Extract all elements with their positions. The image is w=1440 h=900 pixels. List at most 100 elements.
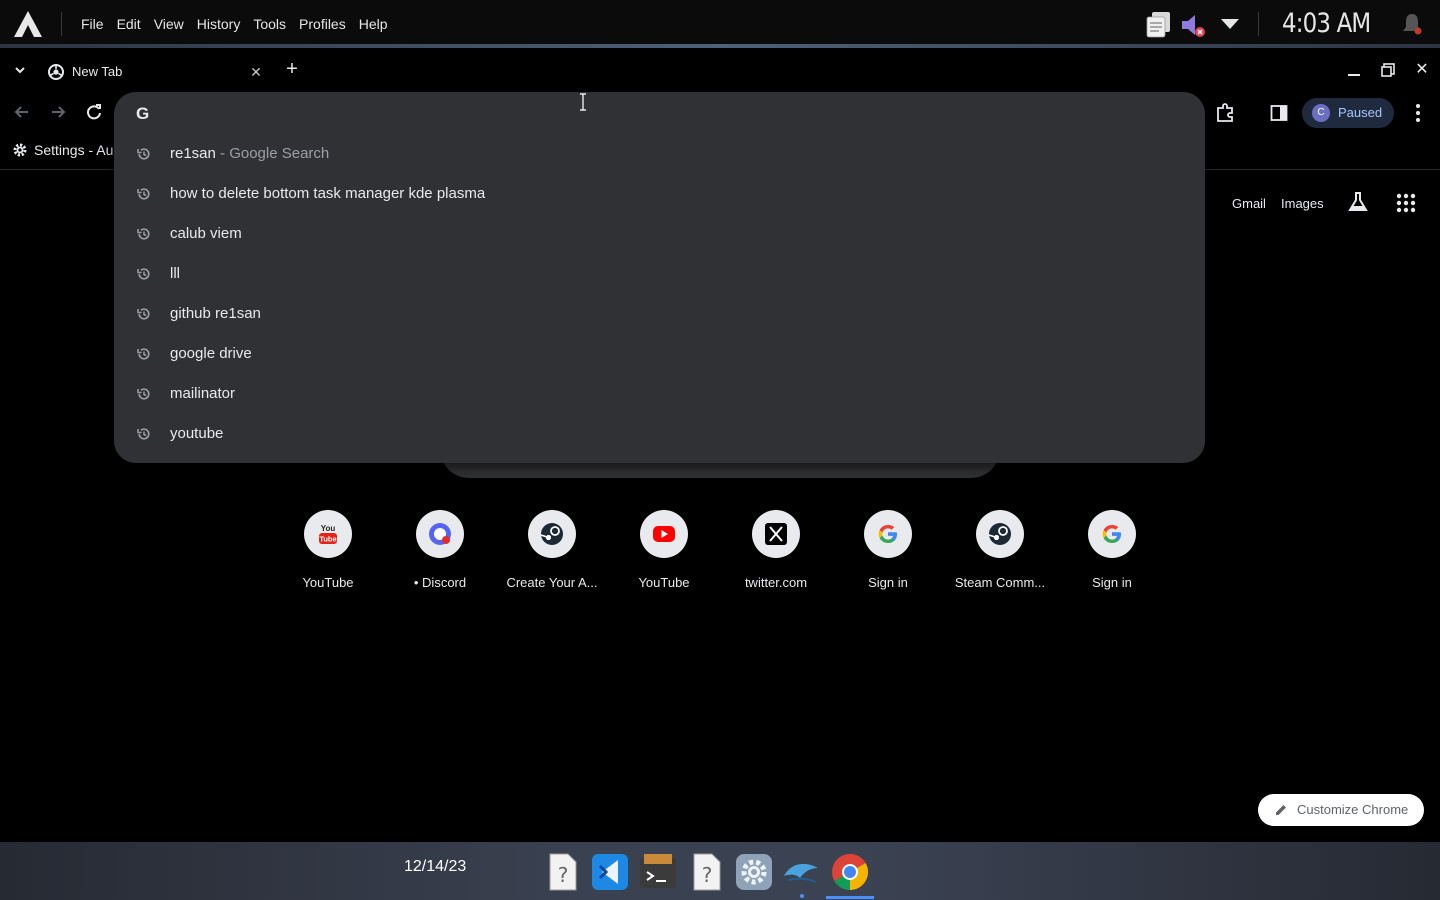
unknown-file-icon[interactable]: ? (686, 852, 726, 892)
steam-icon (528, 510, 576, 558)
suggestion-item[interactable]: re1san - Google Search (114, 134, 1205, 174)
menu-profiles[interactable]: Profiles (299, 16, 346, 32)
bookmark-settings[interactable]: Settings - Au (12, 142, 113, 158)
shortcut-label: Steam Comm... (954, 575, 1046, 590)
history-clock-icon (136, 346, 152, 362)
arch-logo-icon[interactable] (12, 10, 44, 38)
shortcut-tile[interactable]: Sign in (1056, 510, 1168, 590)
youtube-classic-icon: You Tube (304, 510, 352, 558)
new-tab-button[interactable]: + (282, 59, 302, 79)
shortcut-tile[interactable]: Create Your A... (496, 510, 608, 590)
customize-chrome-button[interactable]: Customize Chrome (1258, 794, 1424, 826)
menu-help[interactable]: Help (359, 16, 388, 32)
menu-file[interactable]: File (81, 16, 104, 32)
suggestion-item[interactable]: lll (114, 254, 1205, 294)
tray-expand-icon[interactable] (1221, 19, 1239, 29)
reload-icon[interactable] (84, 102, 104, 122)
suggestion-text: calub viem (170, 225, 242, 242)
suggestion-text: re1san - Google Search (170, 145, 330, 162)
profile-status-label: Paused (1338, 105, 1383, 120)
chrome-favicon-icon (48, 64, 64, 80)
forward-arrow-icon[interactable] (48, 102, 68, 122)
google-g-icon: G (136, 104, 150, 123)
extensions-puzzle-icon[interactable] (1214, 102, 1236, 124)
running-indicator (800, 894, 804, 898)
window-restore-button[interactable] (1380, 62, 1396, 78)
tab-strip: New Tab ✕ + ✕ (0, 48, 1440, 92)
x-icon (752, 510, 800, 558)
notes-tray-icon[interactable] (1144, 10, 1174, 38)
omnibox-dropdown: G re1san - Google Search how to delete bo… (114, 92, 1205, 463)
suggestion-item[interactable]: how to delete bottom task manager kde pl… (114, 174, 1205, 214)
notification-bell-icon[interactable] (1400, 12, 1424, 36)
text-cursor-icon (580, 93, 586, 111)
history-clock-icon (136, 266, 152, 282)
dolphin-icon[interactable] (782, 852, 822, 892)
tab-new-tab[interactable]: New Tab ✕ (40, 56, 272, 92)
gmail-link[interactable]: Gmail (1232, 196, 1266, 211)
shortcut-label: Create Your A... (506, 575, 598, 590)
menu-edit[interactable]: Edit (117, 16, 141, 32)
google-icon (1088, 510, 1136, 558)
youtube-icon (640, 510, 688, 558)
suggestion-text: google drive (170, 345, 252, 362)
suggestion-item[interactable]: youtube (114, 414, 1205, 454)
shortcut-label: YouTube (302, 575, 354, 590)
profile-avatar: C (1312, 104, 1330, 122)
volume-muted-tray-icon[interactable] (1180, 12, 1206, 38)
shortcut-tile[interactable]: YouTube (608, 510, 720, 590)
back-arrow-icon[interactable] (12, 102, 32, 122)
window-close-button[interactable]: ✕ (1412, 60, 1432, 80)
pencil-icon (1276, 805, 1286, 815)
tab-close-button[interactable]: ✕ (246, 62, 266, 82)
suggestion-text: youtube (170, 425, 224, 442)
menu-history[interactable]: History (197, 16, 241, 32)
history-clock-icon (136, 426, 152, 442)
svg-text:Tube: Tube (319, 535, 336, 544)
gear-icon (13, 143, 27, 157)
shortcut-tile[interactable]: • Discord (384, 510, 496, 590)
shortcut-tile[interactable]: Steam Comm... (944, 510, 1056, 590)
system-clock[interactable]: 4:03 AM (1282, 8, 1371, 39)
taskbar-dock: 12/14/23 ?? (0, 842, 1440, 900)
side-panel-icon[interactable] (1270, 104, 1288, 122)
terminal-icon[interactable] (638, 852, 678, 892)
menu-tools[interactable]: Tools (253, 16, 286, 32)
suggestion-suffix: - Google Search (215, 145, 330, 162)
shortcut-tile[interactable]: Sign in (832, 510, 944, 590)
dock-date: 12/14/23 (404, 858, 467, 875)
shortcut-tile[interactable]: You Tube YouTube (272, 510, 384, 590)
shortcut-label: • Discord (413, 575, 467, 590)
shortcut-label: twitter.com (744, 575, 808, 590)
more-menu-icon[interactable] (1410, 102, 1426, 124)
svg-text:?: ? (702, 863, 713, 887)
divider (61, 12, 62, 36)
system-top-bar: File Edit View History Tools Profiles He… (0, 0, 1440, 48)
chrome-icon[interactable] (830, 852, 870, 892)
google-apps-grid-icon[interactable] (1394, 191, 1418, 215)
images-link[interactable]: Images (1281, 196, 1324, 211)
tab-search-chevron-icon[interactable] (12, 64, 28, 76)
bookmark-label: Settings - Au (34, 142, 114, 158)
profile-button[interactable]: C Paused (1302, 98, 1394, 128)
menu-view[interactable]: View (154, 16, 184, 32)
shortcut-tile[interactable]: twitter.com (720, 510, 832, 590)
labs-flask-icon[interactable] (1346, 190, 1370, 214)
vscode-icon[interactable] (590, 852, 630, 892)
omnibox-input[interactable] (170, 100, 1170, 128)
customize-chrome-label: Customize Chrome (1297, 802, 1409, 817)
discord-icon (416, 510, 464, 558)
active-app-indicator (826, 896, 874, 899)
unknown-file-icon[interactable]: ? (542, 852, 582, 892)
suggestion-item[interactable]: github re1san (114, 294, 1205, 334)
suggestion-item[interactable]: mailinator (114, 374, 1205, 414)
shortcut-label: Sign in (868, 575, 908, 590)
suggestion-item[interactable]: google drive (114, 334, 1205, 374)
google-icon (864, 510, 912, 558)
suggestion-item[interactable]: calub viem (114, 214, 1205, 254)
suggestion-text: github re1san (170, 305, 261, 322)
settings-icon[interactable] (734, 852, 774, 892)
suggestion-text: mailinator (170, 385, 236, 402)
window-minimize-button[interactable] (1348, 74, 1360, 76)
history-clock-icon (136, 226, 152, 242)
